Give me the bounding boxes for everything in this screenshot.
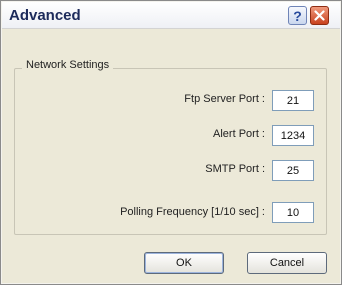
alert-port-label: Alert Port : — [213, 128, 265, 140]
close-button[interactable] — [310, 6, 329, 25]
ftp-server-port-input[interactable]: 21 — [272, 90, 314, 111]
advanced-dialog: Advanced ? Network Settings Ftp Server P… — [0, 0, 342, 285]
polling-frequency-label: Polling Frequency [1/10 sec] : — [120, 206, 265, 218]
polling-frequency-input[interactable]: 10 — [272, 202, 314, 223]
title-bar[interactable]: Advanced ? — [2, 2, 340, 29]
dialog-title: Advanced — [9, 7, 81, 24]
alert-port-input[interactable]: 1234 — [272, 125, 314, 146]
smtp-port-input[interactable]: 25 — [272, 160, 314, 181]
ok-button[interactable]: OK — [144, 252, 224, 274]
smtp-port-label: SMTP Port : — [205, 163, 265, 175]
ftp-server-port-label: Ftp Server Port : — [184, 93, 265, 105]
close-icon — [314, 10, 325, 21]
network-settings-title: Network Settings — [22, 59, 114, 71]
help-icon: ? — [293, 7, 302, 24]
cancel-button[interactable]: Cancel — [247, 252, 327, 274]
help-button[interactable]: ? — [288, 6, 307, 25]
